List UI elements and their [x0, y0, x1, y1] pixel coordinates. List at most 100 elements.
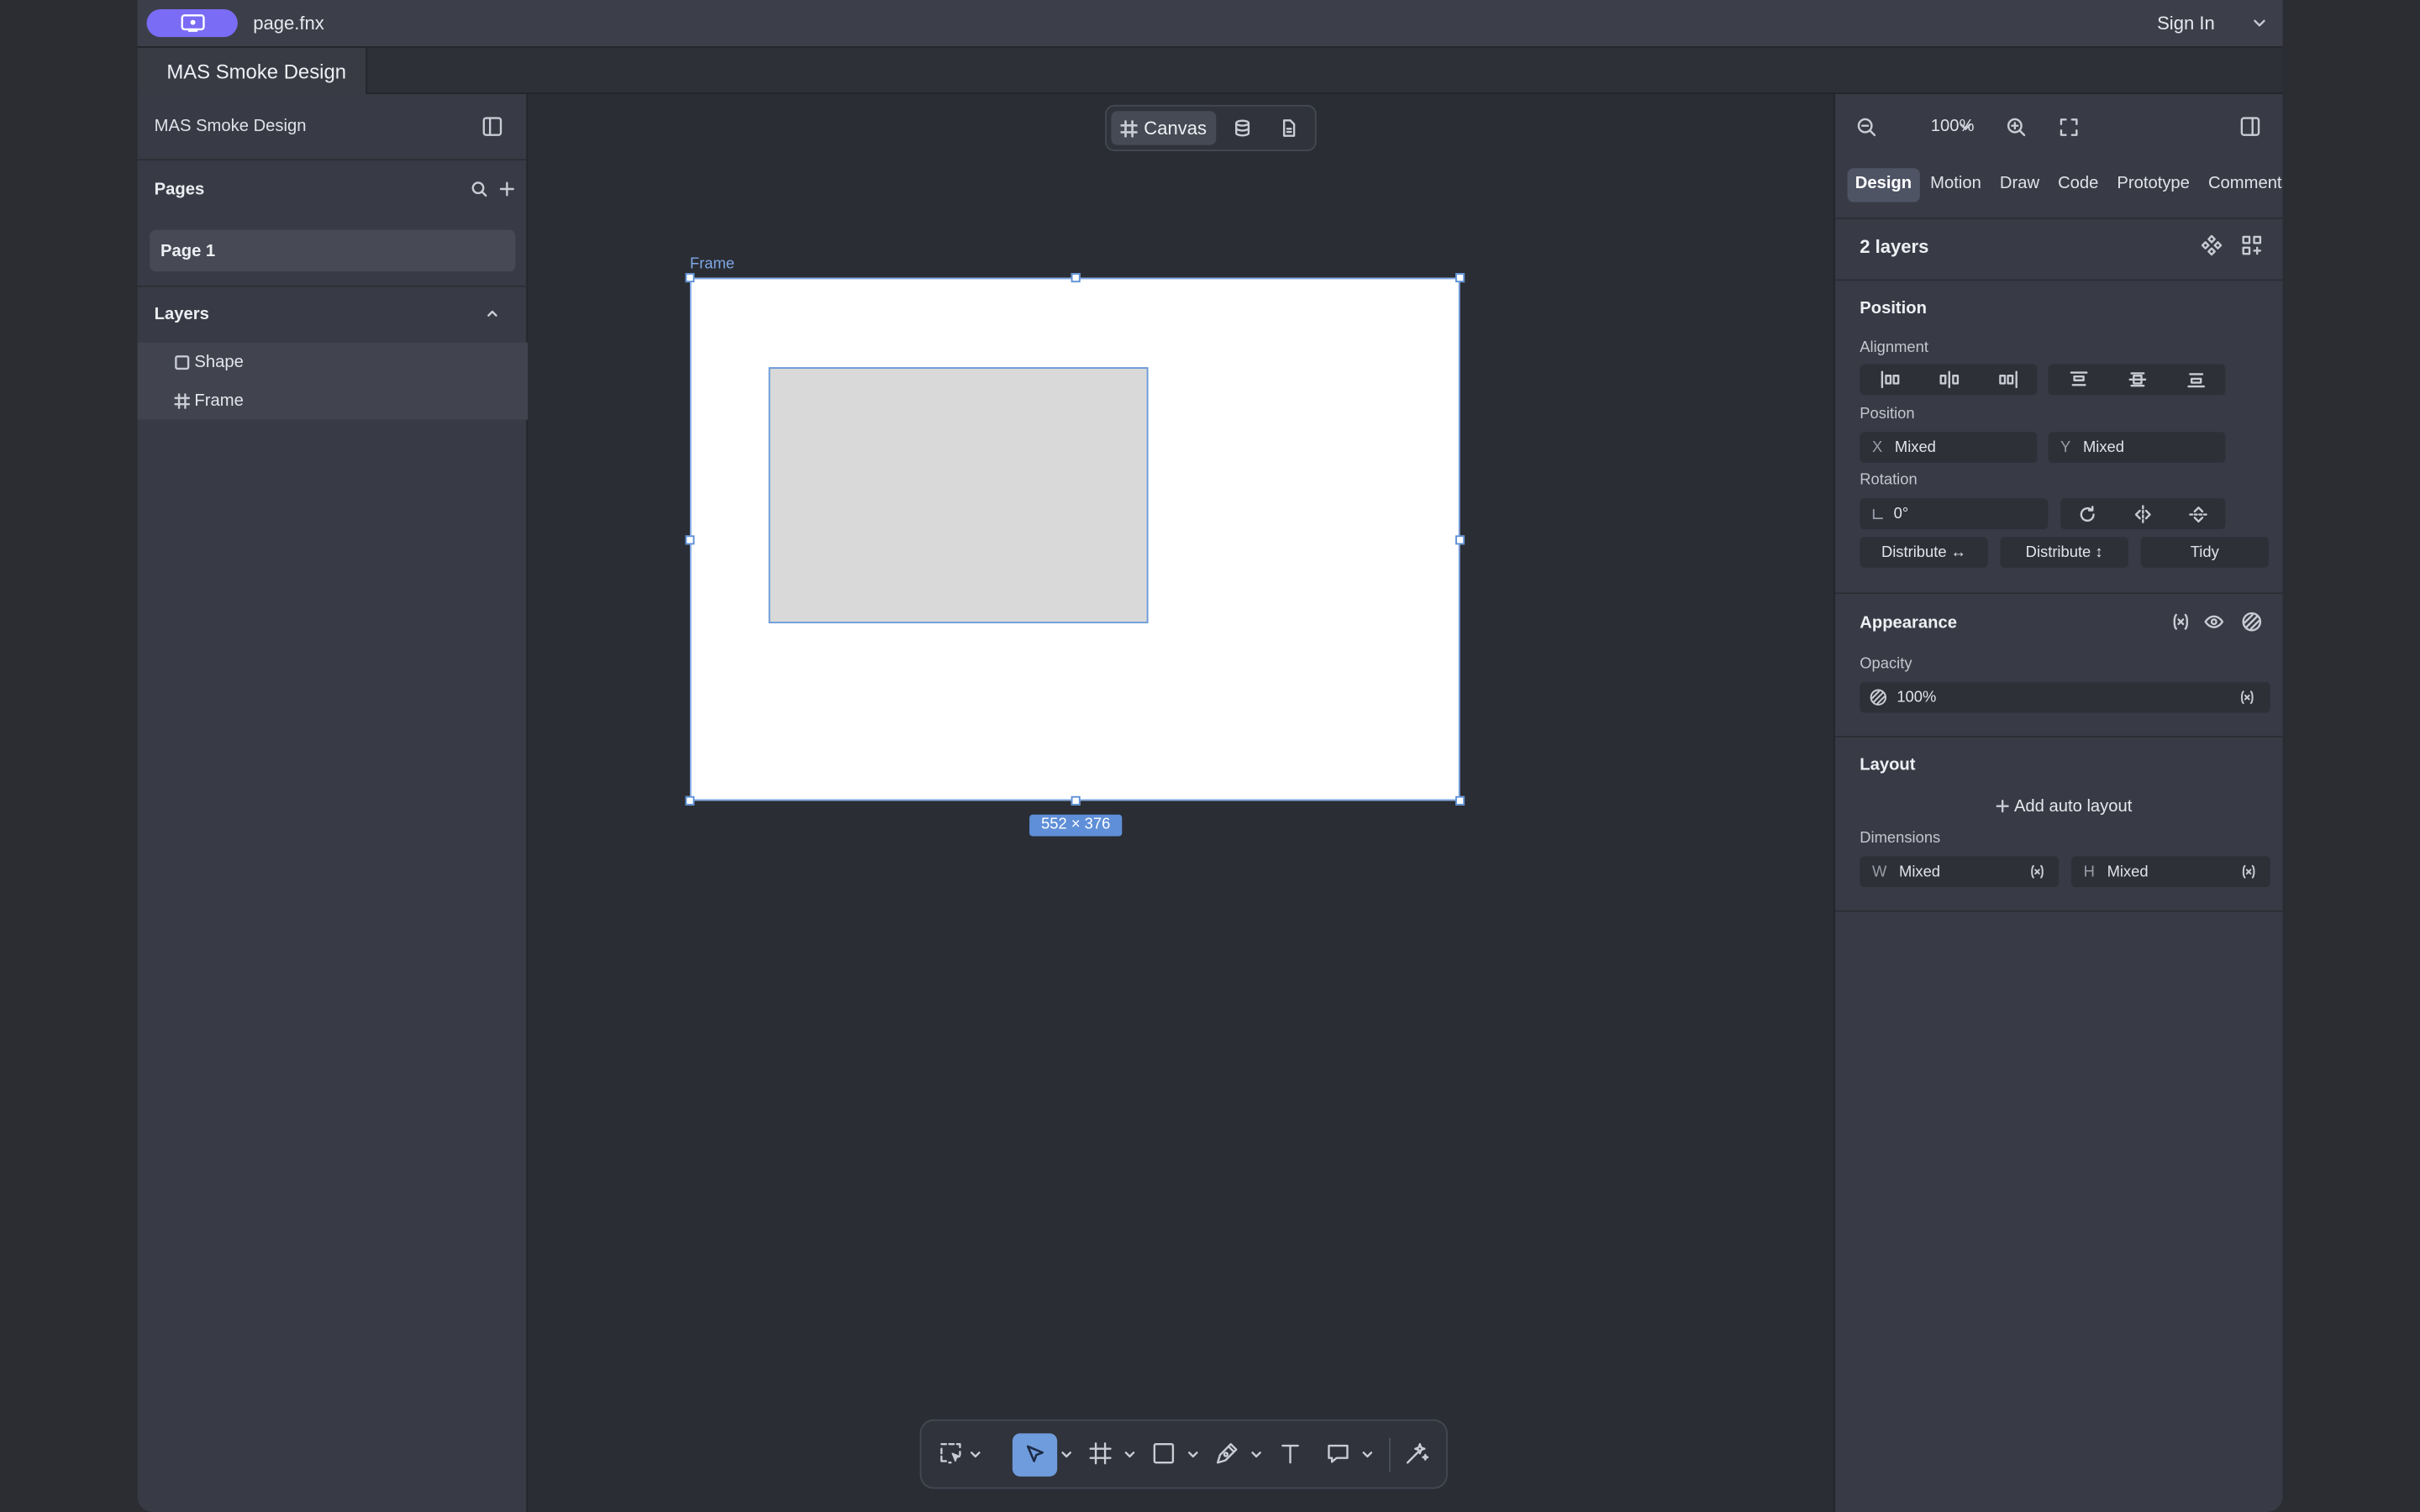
variable-icon[interactable]	[2239, 690, 2254, 705]
resize-handle-bottom-right[interactable]	[1455, 795, 1465, 806]
tab-code[interactable]: Code	[2050, 168, 2107, 202]
resize-handle-top[interactable]	[1071, 273, 1081, 283]
app-menu-button[interactable]	[146, 9, 238, 38]
chevron-down-icon[interactable]	[2252, 15, 2267, 30]
rectangle-tool-icon[interactable]	[1151, 1441, 1176, 1466]
x-prefix: X	[1871, 438, 1883, 456]
layer-row-shape[interactable]: Shape	[137, 342, 529, 381]
zoom-in-icon[interactable]	[2007, 118, 2027, 138]
width-field[interactable]: W Mixed	[1860, 856, 2060, 888]
resize-handle-left[interactable]	[685, 535, 695, 545]
component-icon[interactable]	[2201, 234, 2223, 256]
flip-horizontal-button[interactable]	[2116, 498, 2170, 529]
sign-in-button[interactable]: Sign In	[2157, 13, 2215, 34]
tab-motion[interactable]: Motion	[1923, 168, 1989, 202]
layer-row-frame[interactable]: Frame	[137, 381, 529, 420]
rotate-icon	[2080, 505, 2095, 522]
chevron-down-icon[interactable]	[969, 1449, 981, 1462]
rotation-value: 0°	[1893, 505, 1909, 522]
distribute-vertical-button[interactable]: Distribute ↕	[2000, 537, 2128, 568]
tab-design[interactable]: Design	[1847, 168, 1920, 202]
resize-handle-bottom-left[interactable]	[685, 795, 695, 806]
chevron-down-icon[interactable]	[1250, 1449, 1263, 1462]
tidy-button[interactable]: Tidy	[2140, 537, 2270, 568]
database-icon[interactable]	[1234, 118, 1252, 137]
pages-title: Pages	[154, 180, 205, 199]
add-page-icon[interactable]	[498, 181, 515, 197]
align-left-button[interactable]	[1860, 364, 1920, 395]
variable-icon[interactable]	[2171, 612, 2190, 631]
align-top-button[interactable]	[2048, 364, 2108, 395]
resize-handle-top-right[interactable]	[1455, 273, 1465, 283]
variable-icon[interactable]	[2029, 864, 2044, 879]
app-logo-icon	[180, 14, 204, 32]
align-center-h-button[interactable]	[1918, 364, 1979, 395]
frame[interactable]	[690, 277, 1460, 801]
sidebar-toggle-icon[interactable]	[481, 116, 503, 138]
chevron-down-icon[interactable]	[1361, 1449, 1374, 1462]
grid-layout-icon[interactable]	[2241, 234, 2263, 256]
selection-title: 2 layers	[1860, 236, 1929, 258]
document-tab[interactable]: MAS Smoke Design	[137, 47, 368, 95]
move-tool-button[interactable]	[1012, 1433, 1058, 1477]
alignment-label: Alignment	[1860, 339, 1928, 357]
toolbar-divider	[1389, 1437, 1391, 1473]
marquee-select-icon[interactable]	[939, 1441, 963, 1466]
document-icon[interactable]	[1280, 118, 1298, 137]
resize-handle-top-left[interactable]	[685, 273, 695, 283]
horizontal-align-group	[1860, 364, 2038, 396]
pen-tool-icon[interactable]	[1215, 1441, 1239, 1466]
chevron-down-icon[interactable]	[1060, 1449, 1073, 1462]
flip-vertical-button[interactable]	[2171, 498, 2225, 529]
design-canvas[interactable]: Canvas Frame 552 × 376	[529, 94, 1834, 1512]
chevron-down-icon[interactable]	[1959, 120, 1973, 134]
position-label: Position	[1860, 406, 1915, 423]
dimensions-badge: 552 × 376	[1029, 814, 1123, 837]
vertical-align-group	[2048, 364, 2226, 396]
align-right-button[interactable]	[1977, 364, 2038, 395]
tab-prototype[interactable]: Prototype	[2109, 168, 2197, 202]
fullscreen-icon[interactable]	[2059, 118, 2079, 138]
eye-icon[interactable]	[2204, 612, 2224, 631]
chevron-down-icon[interactable]	[1186, 1449, 1199, 1462]
document-tab-bar: MAS Smoke Design	[137, 47, 2283, 95]
canvas-view-button[interactable]: Canvas	[1111, 111, 1217, 145]
y-value: Mixed	[2082, 438, 2125, 456]
panel-divider	[1834, 279, 2283, 281]
x-position-field[interactable]: X Mixed	[1860, 432, 2038, 464]
align-middle-button[interactable]	[2107, 364, 2167, 395]
frame-label[interactable]: Frame	[690, 256, 734, 273]
page-item[interactable]: Page 1	[150, 229, 516, 272]
chevron-up-icon[interactable]	[485, 306, 500, 321]
y-position-field[interactable]: Y Mixed	[2048, 432, 2226, 464]
add-auto-layout-label: Add auto layout	[2013, 797, 2133, 816]
chevron-down-icon[interactable]	[1123, 1449, 1136, 1462]
text-tool-icon[interactable]	[1278, 1441, 1302, 1466]
height-field[interactable]: H Mixed	[2070, 856, 2270, 888]
resize-handle-bottom[interactable]	[1071, 795, 1081, 806]
dimensions-label: Dimensions	[1860, 830, 1941, 848]
add-auto-layout-button[interactable]: Add auto layout	[1996, 798, 2132, 816]
comment-tool-icon[interactable]	[1326, 1441, 1350, 1466]
opacity-icon[interactable]	[2241, 611, 2263, 633]
variable-icon[interactable]	[2241, 864, 2256, 879]
panel-divider	[1834, 592, 2283, 595]
search-icon[interactable]	[471, 181, 487, 197]
ai-sparkle-icon[interactable]	[1404, 1441, 1429, 1466]
tab-comments[interactable]: Comments	[2201, 168, 2283, 202]
panel-toggle-icon[interactable]	[2239, 116, 2261, 138]
frame-tool-icon[interactable]	[1088, 1441, 1113, 1466]
distribute-horizontal-button[interactable]: Distribute ↔	[1860, 537, 1988, 568]
shape-rectangle[interactable]	[768, 367, 1149, 624]
zoom-out-icon[interactable]	[1857, 118, 1877, 138]
resize-handle-right[interactable]	[1455, 535, 1465, 545]
align-right-icon	[1998, 370, 2017, 389]
align-top-icon	[2069, 371, 2087, 386]
rotate-button[interactable]	[2060, 498, 2114, 529]
tab-draw[interactable]: Draw	[1992, 168, 2048, 202]
title-bar: page.fnx Sign In	[137, 0, 2283, 48]
align-bottom-button[interactable]	[2165, 364, 2226, 395]
rotation-field[interactable]: 0°	[1860, 498, 2049, 530]
w-value: Mixed	[1899, 863, 1941, 880]
opacity-field[interactable]: 100%	[1860, 681, 2270, 713]
